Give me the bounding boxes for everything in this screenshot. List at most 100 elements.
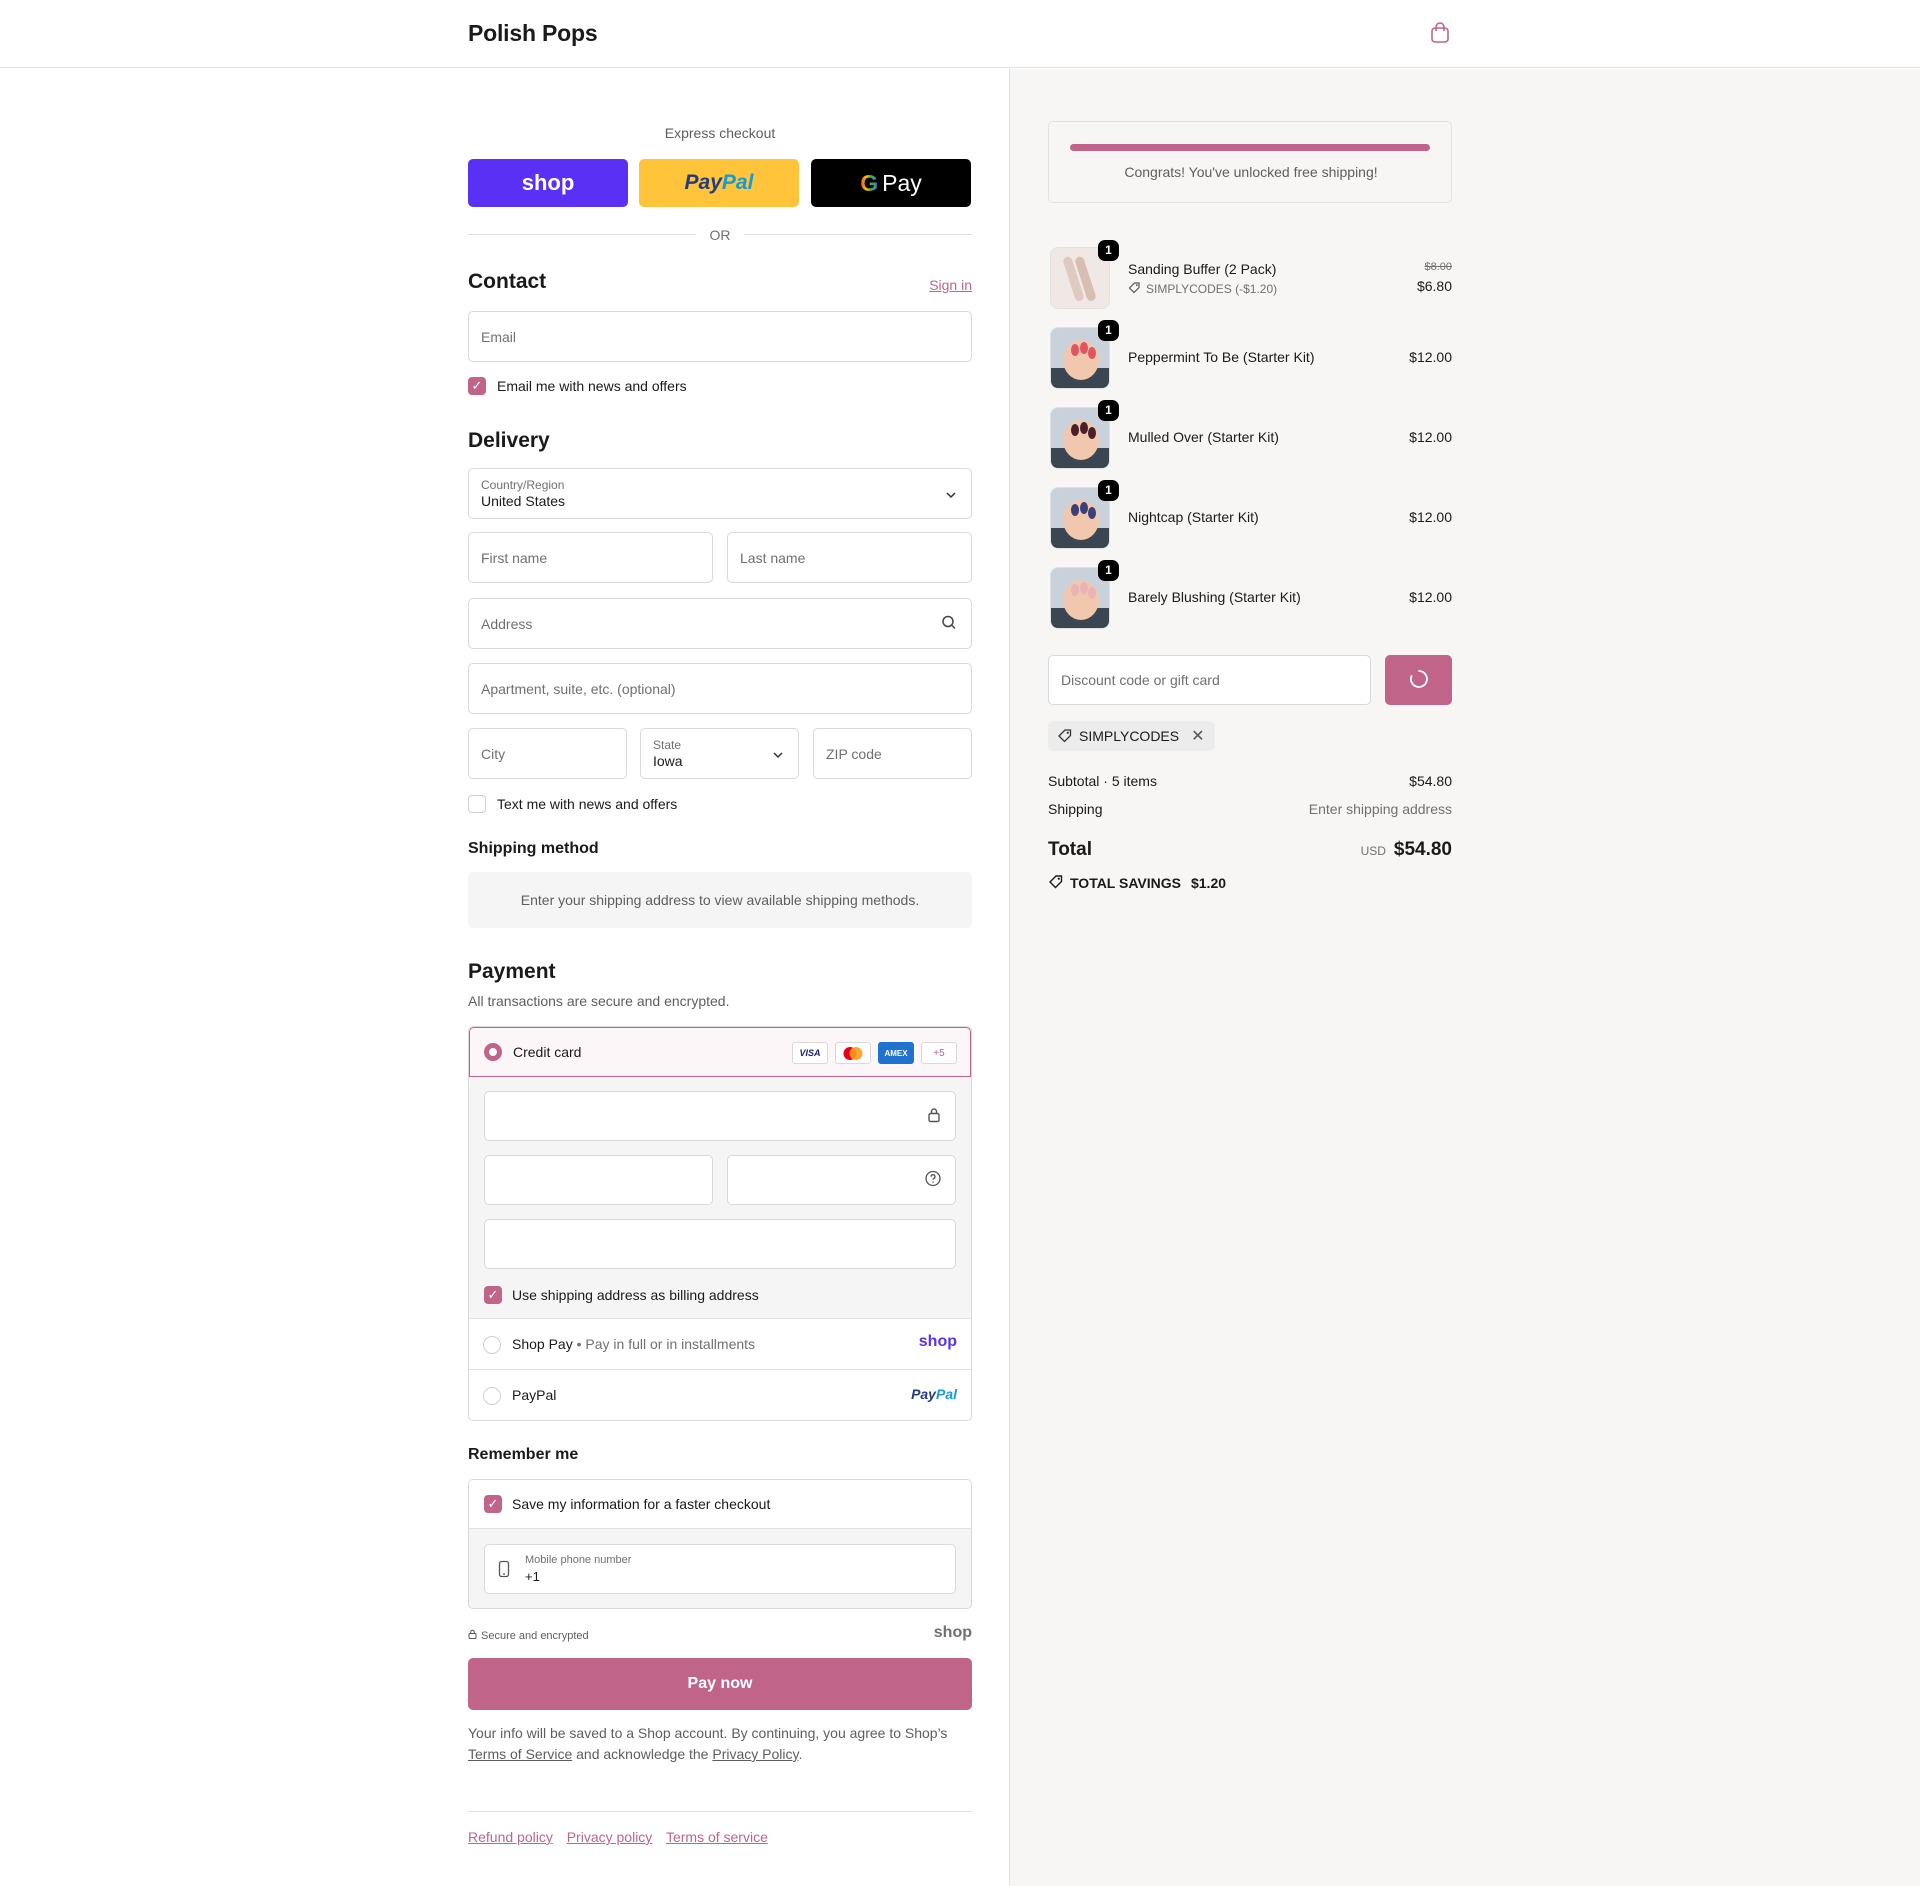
quantity-badge: 1 — [1098, 560, 1119, 581]
express-checkout-title: Express checkout — [664, 125, 776, 141]
apply-discount-button[interactable] — [1385, 655, 1452, 705]
shopping-bag-icon[interactable] — [1430, 22, 1450, 44]
first-name-field[interactable]: First name — [468, 532, 713, 583]
privacy-policy-link[interactable]: Privacy Policy — [712, 1746, 798, 1762]
address-placeholder: Address — [481, 615, 533, 632]
email-field[interactable]: Email — [468, 311, 972, 362]
save-info-checkbox[interactable]: ✓ — [484, 1495, 502, 1513]
paypal-label: PayPal — [684, 171, 754, 194]
phone-value: +1 — [525, 1569, 540, 1584]
delivery-title: Delivery — [468, 429, 550, 452]
remove-discount-icon[interactable]: ✕ — [1191, 726, 1204, 746]
address-field[interactable]: Address — [468, 598, 972, 649]
loading-spinner-icon — [1409, 669, 1429, 692]
legal-text-1: Your info will be saved to a Shop accoun… — [468, 1725, 948, 1741]
first-name-placeholder: First name — [481, 549, 548, 566]
state-select[interactable]: State Iowa — [640, 728, 799, 779]
apartment-placeholder: Apartment, suite, etc. (optional) — [481, 680, 676, 697]
apartment-field[interactable]: Apartment, suite, etc. (optional) — [468, 663, 972, 714]
mobile-phone-field[interactable]: Mobile phone number +1 — [484, 1544, 956, 1594]
payment-subtitle: All transactions are secure and encrypte… — [468, 993, 730, 1009]
mastercard-icon — [835, 1042, 871, 1064]
quantity-badge: 1 — [1098, 320, 1119, 341]
shop-pay-logo: shop — [918, 1333, 957, 1350]
name-on-card-field[interactable] — [484, 1219, 956, 1269]
chevron-down-icon — [772, 746, 784, 762]
header: Polish Pops — [0, 0, 1920, 68]
card-number-field[interactable] — [484, 1091, 956, 1141]
terms-of-service-link[interactable]: Terms of Service — [468, 1746, 572, 1762]
payment-methods: Credit card VISA AMEX +5 ✓ Use shipping … — [468, 1026, 972, 1421]
sms-checkbox[interactable] — [468, 795, 486, 813]
country-select[interactable]: Country/Region United States — [468, 468, 972, 519]
billing-address-checkbox[interactable]: ✓ — [484, 1286, 502, 1304]
security-code-field[interactable] — [727, 1155, 956, 1205]
credit-card-option[interactable]: Credit card VISA AMEX +5 — [469, 1027, 971, 1077]
city-field[interactable]: City — [468, 728, 627, 779]
product-name: Barely Blushing (Starter Kit) — [1128, 589, 1301, 605]
search-icon — [941, 614, 957, 633]
more-cards-badge: +5 — [921, 1042, 957, 1064]
shipping-method-message: Enter your shipping address to view avai… — [468, 872, 972, 928]
tag-icon — [1128, 281, 1141, 297]
total-savings-label: TOTAL SAVINGS — [1070, 874, 1181, 891]
item-discount: SIMPLYCODES (-$1.20) — [1128, 281, 1277, 297]
legal-notice: Your info will be saved to a Shop accoun… — [468, 1723, 972, 1765]
store-logo[interactable]: Polish Pops — [468, 20, 598, 47]
lock-icon — [468, 1629, 477, 1642]
credit-card-radio[interactable] — [484, 1043, 502, 1061]
currency-label: USD — [1360, 844, 1386, 858]
free-shipping-message: Congrats! You've unlocked free shipping! — [1124, 164, 1378, 180]
product-name: Peppermint To Be (Starter Kit) — [1128, 349, 1315, 365]
refund-policy-link[interactable]: Refund policy — [468, 1829, 553, 1845]
google-g-icon: G — [860, 169, 879, 196]
secure-label: Secure and encrypted — [481, 1629, 589, 1642]
product-price: $6.80 — [1416, 278, 1452, 294]
paypal-express-button[interactable]: PayPal — [639, 159, 799, 207]
subtotal-row: Subtotal · 5 items $54.80 — [1048, 773, 1452, 789]
help-circle-icon[interactable] — [925, 1170, 941, 1190]
total-label: Total — [1048, 839, 1092, 860]
product-name: Nightcap (Starter Kit) — [1128, 509, 1259, 525]
free-shipping-progress-bar — [1070, 144, 1430, 151]
shop-pay-express-button[interactable]: shop — [468, 159, 628, 207]
quantity-badge: 1 — [1098, 240, 1119, 261]
line-item: 1 Peppermint To Be (Starter Kit) $12.00 — [1048, 320, 1452, 391]
shop-pay-option[interactable]: Shop Pay • Pay in full or in installment… — [469, 1320, 971, 1370]
payment-title: Payment — [468, 960, 556, 983]
lock-icon — [927, 1107, 941, 1126]
sign-in-link[interactable]: Sign in — [929, 277, 972, 293]
zip-field[interactable]: ZIP code — [813, 728, 972, 779]
tag-icon — [1057, 727, 1073, 746]
google-pay-express-button[interactable]: G Pay — [811, 159, 971, 207]
discount-code-placeholder: Discount code or gift card — [1061, 672, 1220, 688]
save-info-row[interactable]: ✓ Save my information for a faster check… — [469, 1480, 971, 1529]
paypal-logo: PayPal — [911, 1386, 957, 1402]
paypal-radio[interactable] — [483, 1387, 501, 1405]
billing-address-label: Use shipping address as billing address — [512, 1287, 759, 1303]
total-row: Total USD $54.80 — [1048, 839, 1452, 865]
phone-icon — [498, 1560, 510, 1581]
newsletter-checkbox[interactable]: ✓ — [468, 377, 486, 395]
subtotal-value: $54.80 — [1409, 773, 1452, 789]
discount-code-field[interactable]: Discount code or gift card — [1048, 655, 1371, 705]
paypal-label: PayPal — [512, 1387, 557, 1403]
privacy-policy-footer-link[interactable]: Privacy policy — [567, 1829, 653, 1845]
shop-pay-radio[interactable] — [483, 1336, 501, 1354]
last-name-field[interactable]: Last name — [727, 532, 972, 583]
or-label: OR — [709, 227, 731, 243]
terms-of-service-footer-link[interactable]: Terms of service — [666, 1829, 768, 1845]
remember-me-box: ✓ Save my information for a faster check… — [468, 1479, 972, 1609]
phone-label: Mobile phone number — [525, 1554, 632, 1566]
amex-icon: AMEX — [878, 1042, 914, 1064]
zip-placeholder: ZIP code — [826, 745, 882, 762]
free-shipping-banner: Congrats! You've unlocked free shipping! — [1048, 121, 1452, 203]
pay-now-button[interactable]: Pay now — [468, 1658, 972, 1710]
state-value: Iowa — [653, 753, 683, 769]
paypal-option[interactable]: PayPal PayPal — [469, 1371, 971, 1420]
expiration-field[interactable] — [484, 1155, 713, 1205]
total-value: $54.80 — [1393, 839, 1452, 860]
email-placeholder: Email — [481, 328, 517, 345]
product-price: $12.00 — [1409, 589, 1452, 605]
secure-encrypted-note: Secure and encrypted — [468, 1629, 589, 1642]
